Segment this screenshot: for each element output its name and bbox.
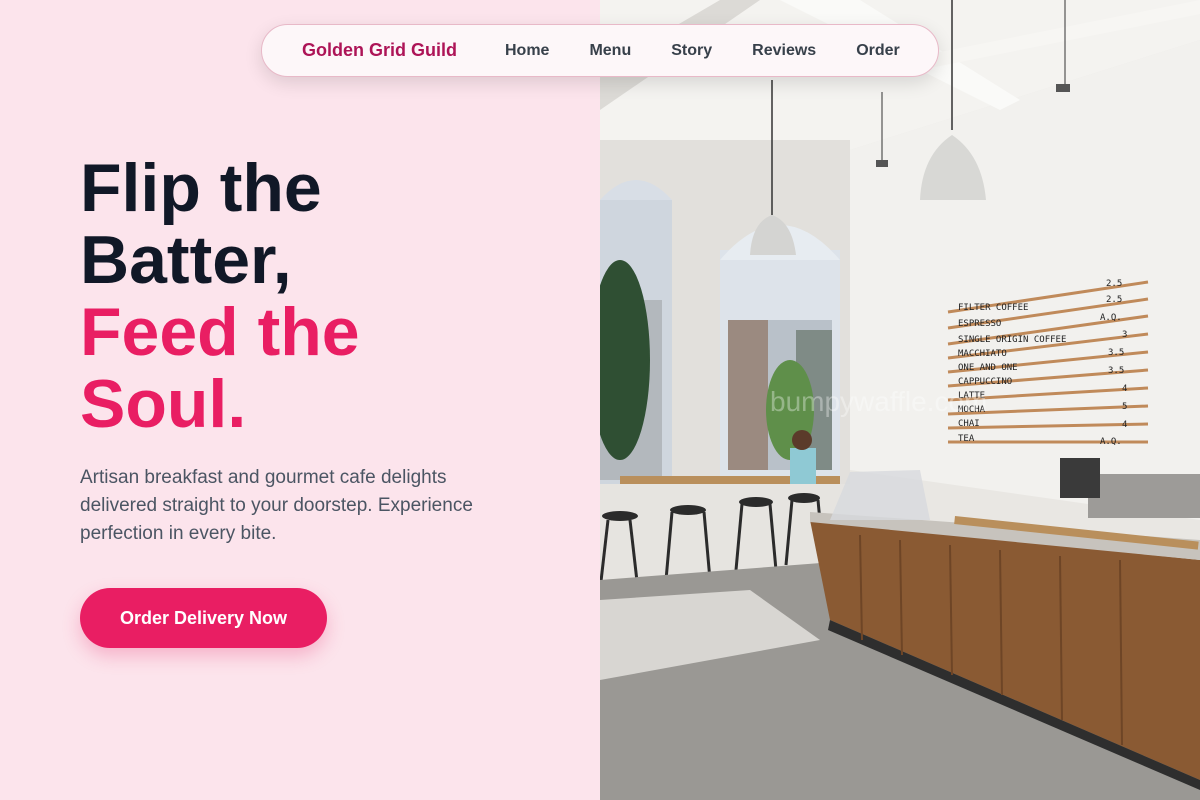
svg-text:SINGLE ORIGIN COFFEE: SINGLE ORIGIN COFFEE: [958, 335, 1066, 345]
cafe-photo: FILTER COFFEE 2.5 ESPRESSO 2.5 SINGLE OR…: [600, 0, 1200, 800]
svg-text:A.Q.: A.Q.: [1100, 437, 1122, 447]
order-delivery-button[interactable]: Order Delivery Now: [80, 588, 327, 648]
svg-text:4: 4: [1122, 420, 1127, 430]
svg-text:3.5: 3.5: [1108, 366, 1124, 376]
headline-line-3: Feed the: [80, 294, 360, 370]
svg-text:4: 4: [1122, 384, 1127, 394]
svg-text:2.5: 2.5: [1106, 279, 1122, 289]
hero-subtext: Artisan breakfast and gourmet cafe delig…: [80, 467, 473, 544]
svg-text:ONE AND ONE: ONE AND ONE: [958, 363, 1018, 373]
headline-line-4: Soul.: [80, 366, 247, 442]
svg-text:FILTER COFFEE: FILTER COFFEE: [958, 303, 1028, 313]
svg-text:3: 3: [1122, 330, 1127, 340]
svg-text:A.Q.: A.Q.: [1100, 313, 1122, 323]
nav-link-order[interactable]: Order: [856, 42, 900, 60]
svg-text:5: 5: [1122, 402, 1127, 412]
nav-link-home[interactable]: Home: [505, 42, 549, 60]
watermark: bumpywaffle.com: [770, 386, 988, 417]
brand-logo[interactable]: Golden Grid Guild: [302, 40, 457, 61]
top-navbar: Golden Grid Guild Home Menu Story Review…: [261, 24, 939, 77]
nav-link-menu[interactable]: Menu: [589, 42, 631, 60]
svg-text:CHAI: CHAI: [958, 419, 980, 429]
svg-text:ESPRESSO: ESPRESSO: [958, 319, 1001, 329]
nav-link-reviews[interactable]: Reviews: [752, 42, 816, 60]
svg-text:MACCHIATO: MACCHIATO: [958, 349, 1007, 359]
headline-line-1: Flip the: [80, 150, 322, 226]
svg-text:2.5: 2.5: [1106, 295, 1122, 305]
svg-text:3.5: 3.5: [1108, 348, 1124, 358]
headline-line-2: Batter,: [80, 222, 292, 298]
nav-link-story[interactable]: Story: [671, 42, 712, 60]
svg-text:TEA: TEA: [958, 434, 975, 444]
hero-headline: Flip the Batter, Feed the Soul.: [80, 152, 520, 440]
